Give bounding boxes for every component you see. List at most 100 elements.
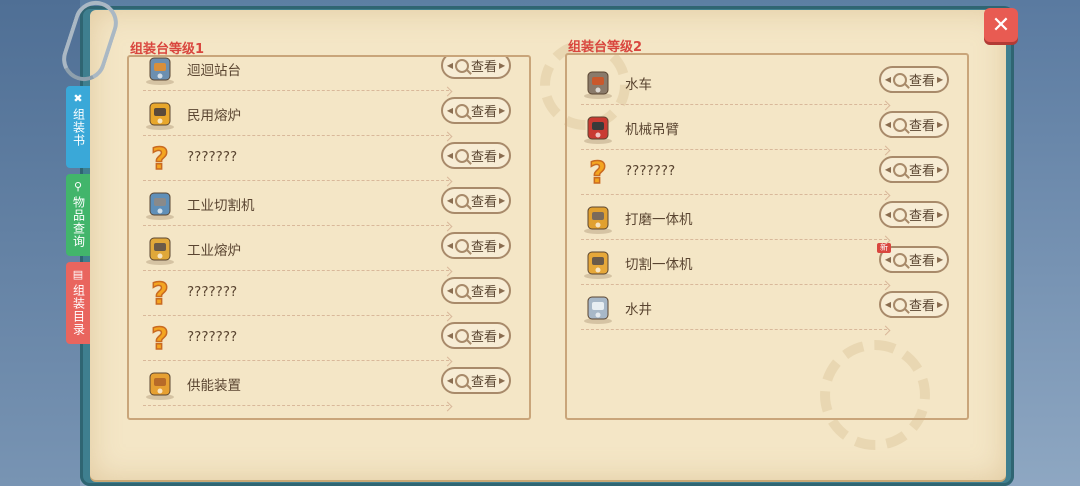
- view-button[interactable]: ◀ 查看 ▶: [441, 322, 511, 349]
- magnifier-icon: [454, 148, 469, 163]
- view-button-label: 查看: [908, 74, 935, 89]
- list-item[interactable]: 民用熔炉 ◀ 查看 ▶: [135, 91, 527, 142]
- tab-item-query[interactable]: ⚲ 物品查询: [66, 174, 90, 256]
- arrow-right-icon: ▶: [499, 286, 506, 295]
- arrow-left-icon: ◀: [884, 255, 891, 264]
- arrow-right-icon: ▶: [499, 61, 506, 70]
- magnifier-icon: [892, 207, 907, 222]
- view-button[interactable]: ◀ 查看 ▶: [441, 367, 511, 394]
- view-button[interactable]: ◀ 查看 ▶ 新: [877, 243, 949, 273]
- view-button[interactable]: ◀ 查看 ▶: [441, 97, 511, 124]
- cutter-icon: [143, 187, 177, 221]
- item-name: 民用熔炉: [187, 108, 241, 124]
- background-right: [1010, 0, 1080, 486]
- tab-label: 组装书: [71, 108, 86, 147]
- row-divider: [143, 405, 449, 406]
- view-button[interactable]: ◀ 查看 ▶: [441, 57, 511, 79]
- view-button-label: 查看: [908, 164, 935, 179]
- arrow-left-icon: ◀: [446, 331, 453, 340]
- item-name: 迴迴站台: [187, 63, 241, 79]
- item-name: ???????: [187, 329, 238, 345]
- magnifier-icon: [454, 238, 469, 253]
- view-button[interactable]: ◀ 查看 ▶: [879, 201, 949, 228]
- list-item[interactable]: ???????? ◀ 查看 ▶: [573, 150, 965, 201]
- item-name: 水车: [625, 77, 652, 93]
- arrow-right-icon: ▶: [499, 376, 506, 385]
- close-button[interactable]: ✕: [984, 8, 1018, 42]
- arrow-left-icon: ◀: [446, 61, 453, 70]
- power-device-icon: [143, 367, 177, 401]
- well-icon: [581, 291, 615, 325]
- arrow-left-icon: ◀: [884, 210, 891, 219]
- magnifier-icon: [454, 328, 469, 343]
- magnifier-icon: [454, 103, 469, 118]
- cutting-machine-icon: [581, 246, 615, 280]
- tab-assembly-catalog[interactable]: ▤ 组装目录: [66, 262, 90, 344]
- view-button-label: 查看: [908, 119, 935, 134]
- item-name: ???????: [187, 149, 238, 165]
- arrow-right-icon: ▶: [937, 300, 944, 309]
- view-button[interactable]: ◀ 查看 ▶: [441, 187, 511, 214]
- list-item[interactable]: 打磨一体机 ◀ 查看 ▶: [573, 195, 965, 246]
- recipe-list-level2[interactable]: 水车 ◀ 查看 ▶ 机械吊臂 ◀ 查看 ▶???????? ◀ 查看 ▶ 打磨一体机 ◀ 查看 ▶ 切割一体机…: [565, 53, 969, 420]
- item-name: 打磨一体机: [625, 212, 693, 228]
- view-button-label: 查看: [908, 299, 935, 314]
- view-button[interactable]: ◀ 查看 ▶: [441, 277, 511, 304]
- view-button[interactable]: ◀ 查看 ▶: [441, 232, 511, 259]
- magnifier-icon: [454, 283, 469, 298]
- list-item[interactable]: 工业熔炉 ◀ 查看 ▶: [135, 226, 527, 277]
- view-button-label: 查看: [908, 209, 935, 224]
- view-button-label: 查看: [470, 150, 497, 165]
- arrow-right-icon: ▶: [499, 241, 506, 250]
- tab-label: 组装目录: [71, 284, 86, 336]
- tab-label: 物品查询: [71, 196, 86, 248]
- furnace-icon: [143, 97, 177, 131]
- arrow-left-icon: ◀: [446, 151, 453, 160]
- magnifier-icon: [892, 72, 907, 87]
- arrow-left-icon: ◀: [446, 106, 453, 115]
- question-icon: ?: [151, 141, 170, 178]
- magnifier-icon: [454, 193, 469, 208]
- magnifier-icon: [892, 297, 907, 312]
- magnifier-icon: [892, 162, 907, 177]
- question-icon: ?: [151, 321, 170, 358]
- list-item[interactable]: 切割一体机 ◀ 查看 ▶ 新: [573, 240, 965, 291]
- divider-arrow-icon: [442, 401, 453, 412]
- list-item[interactable]: 工业切割机 ◀ 查看 ▶: [135, 181, 527, 232]
- crane-icon: [581, 111, 615, 145]
- list-item[interactable]: 供能装置 ◀ 查看 ▶: [135, 361, 527, 412]
- view-button[interactable]: ◀ 查看 ▶: [879, 111, 949, 138]
- arrow-right-icon: ▶: [499, 196, 506, 205]
- arrow-left-icon: ◀: [884, 75, 891, 84]
- tab-assembly-book[interactable]: ✖ 组装书: [66, 86, 90, 168]
- view-button-label: 查看: [470, 60, 497, 75]
- list-item[interactable]: ???????? ◀ 查看 ▶: [135, 316, 527, 367]
- list-item[interactable]: 水车 ◀ 查看 ▶: [573, 60, 965, 111]
- list-item[interactable]: 迴迴站台 ◀ 查看 ▶: [135, 57, 527, 97]
- view-button[interactable]: ◀ 查看 ▶: [879, 66, 949, 93]
- list-item[interactable]: 机械吊臂 ◀ 查看 ▶: [573, 105, 965, 156]
- list-item[interactable]: ???????? ◀ 查看 ▶: [135, 136, 527, 187]
- view-button[interactable]: ◀ 查看 ▶: [879, 156, 949, 183]
- item-name: 机械吊臂: [625, 122, 679, 138]
- arrow-left-icon: ◀: [446, 286, 453, 295]
- item-name: 工业切割机: [187, 198, 255, 214]
- list-item[interactable]: ???????? ◀ 查看 ▶: [135, 271, 527, 322]
- item-name: 工业熔炉: [187, 243, 241, 259]
- list-item[interactable]: 水井 ◀ 查看 ▶: [573, 285, 965, 336]
- arrow-right-icon: ▶: [499, 331, 506, 340]
- view-button-label: 查看: [470, 240, 497, 255]
- recipe-list-level1[interactable]: 迴迴站台 ◀ 查看 ▶ 民用熔炉 ◀ 查看 ▶???????? ◀ 查看 ▶ 工业切割机 ◀ 查看 ▶ 工业熔…: [127, 55, 531, 420]
- arrow-right-icon: ▶: [937, 255, 944, 264]
- view-button[interactable]: ◀ 查看 ▶: [879, 291, 949, 318]
- catalog-icon: ▤: [72, 268, 84, 281]
- grinder-icon: [581, 201, 615, 235]
- arrow-left-icon: ◀: [446, 196, 453, 205]
- arrow-left-icon: ◀: [884, 120, 891, 129]
- item-name: ???????: [625, 163, 676, 179]
- station-icon: [143, 57, 177, 86]
- arrow-left-icon: ◀: [446, 241, 453, 250]
- arrow-right-icon: ▶: [499, 106, 506, 115]
- view-button[interactable]: ◀ 查看 ▶: [441, 142, 511, 169]
- waterwheel-icon: [581, 66, 615, 100]
